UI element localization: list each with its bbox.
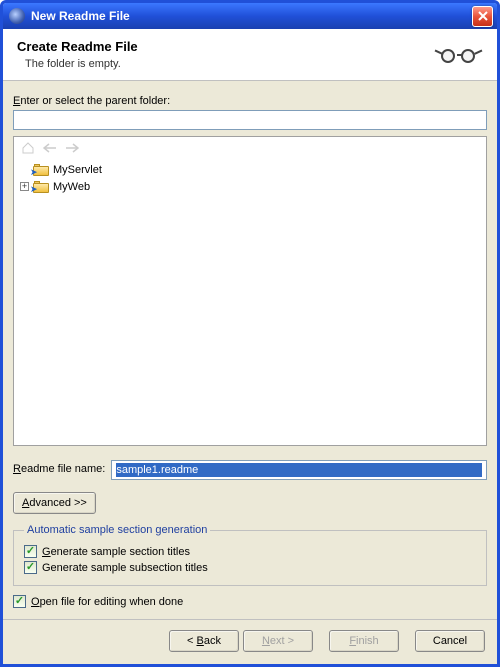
checkbox-icon [24, 561, 37, 574]
back-button[interactable]: < Back [169, 630, 239, 652]
checkbox-label: Generate sample section titles [42, 546, 190, 558]
banner-message: The folder is empty. [25, 58, 435, 70]
next-button[interactable]: Next > [243, 630, 313, 652]
dialog-window: New Readme File Create Readme File The f… [0, 0, 500, 667]
close-icon [478, 11, 488, 21]
tree-item-label: MyServlet [53, 164, 102, 176]
finish-button[interactable]: Finish [329, 630, 399, 652]
checkbox-label: Open file for editing when done [31, 596, 183, 608]
cancel-button[interactable]: Cancel [415, 630, 485, 652]
wizard-body: Enter or select the parent folder: + ➤ [3, 81, 497, 619]
folder-tree-container: + ➤ MyServlet + ➤ MyWeb [13, 136, 487, 446]
open-file-checkbox[interactable]: Open file for editing when done [13, 595, 487, 608]
tree-toolbar [14, 137, 486, 159]
checkbox-label: Generate sample subsection titles [42, 562, 208, 574]
group-legend: Automatic sample section generation [24, 524, 210, 536]
folder-icon: ➤ [33, 181, 49, 193]
section-generation-group: Automatic sample section generation Gene… [13, 524, 487, 586]
tree-item[interactable]: + ➤ MyWeb [18, 178, 482, 195]
checkbox-icon [13, 595, 26, 608]
parent-folder-label: Enter or select the parent folder: [13, 95, 487, 107]
generate-subsection-titles-checkbox[interactable]: Generate sample subsection titles [24, 561, 476, 574]
forward-arrow-icon[interactable] [64, 140, 80, 156]
filename-label: Readme file name: [13, 463, 105, 475]
home-icon[interactable] [20, 140, 36, 156]
generate-section-titles-checkbox[interactable]: Generate sample section titles [24, 545, 476, 558]
filename-input[interactable]: sample1.readme [111, 460, 487, 480]
tree-item[interactable]: + ➤ MyServlet [18, 161, 482, 178]
advanced-button[interactable]: Advanced >> [13, 492, 96, 514]
back-arrow-icon[interactable] [42, 140, 58, 156]
folder-icon: ➤ [33, 164, 49, 176]
wizard-footer: < Back Next > Finish Cancel [3, 619, 497, 664]
tree-item-label: MyWeb [53, 181, 90, 193]
checkbox-icon [24, 545, 37, 558]
app-icon [9, 8, 25, 24]
parent-folder-input[interactable] [13, 110, 487, 130]
titlebar[interactable]: New Readme File [3, 3, 497, 29]
glasses-icon [435, 43, 485, 69]
wizard-banner: Create Readme File The folder is empty. [3, 29, 497, 81]
folder-tree[interactable]: + ➤ MyServlet + ➤ MyWeb [14, 159, 486, 445]
banner-heading: Create Readme File [17, 39, 435, 54]
close-button[interactable] [472, 6, 493, 27]
tree-expander[interactable]: + [20, 182, 29, 191]
window-title: New Readme File [31, 9, 472, 23]
